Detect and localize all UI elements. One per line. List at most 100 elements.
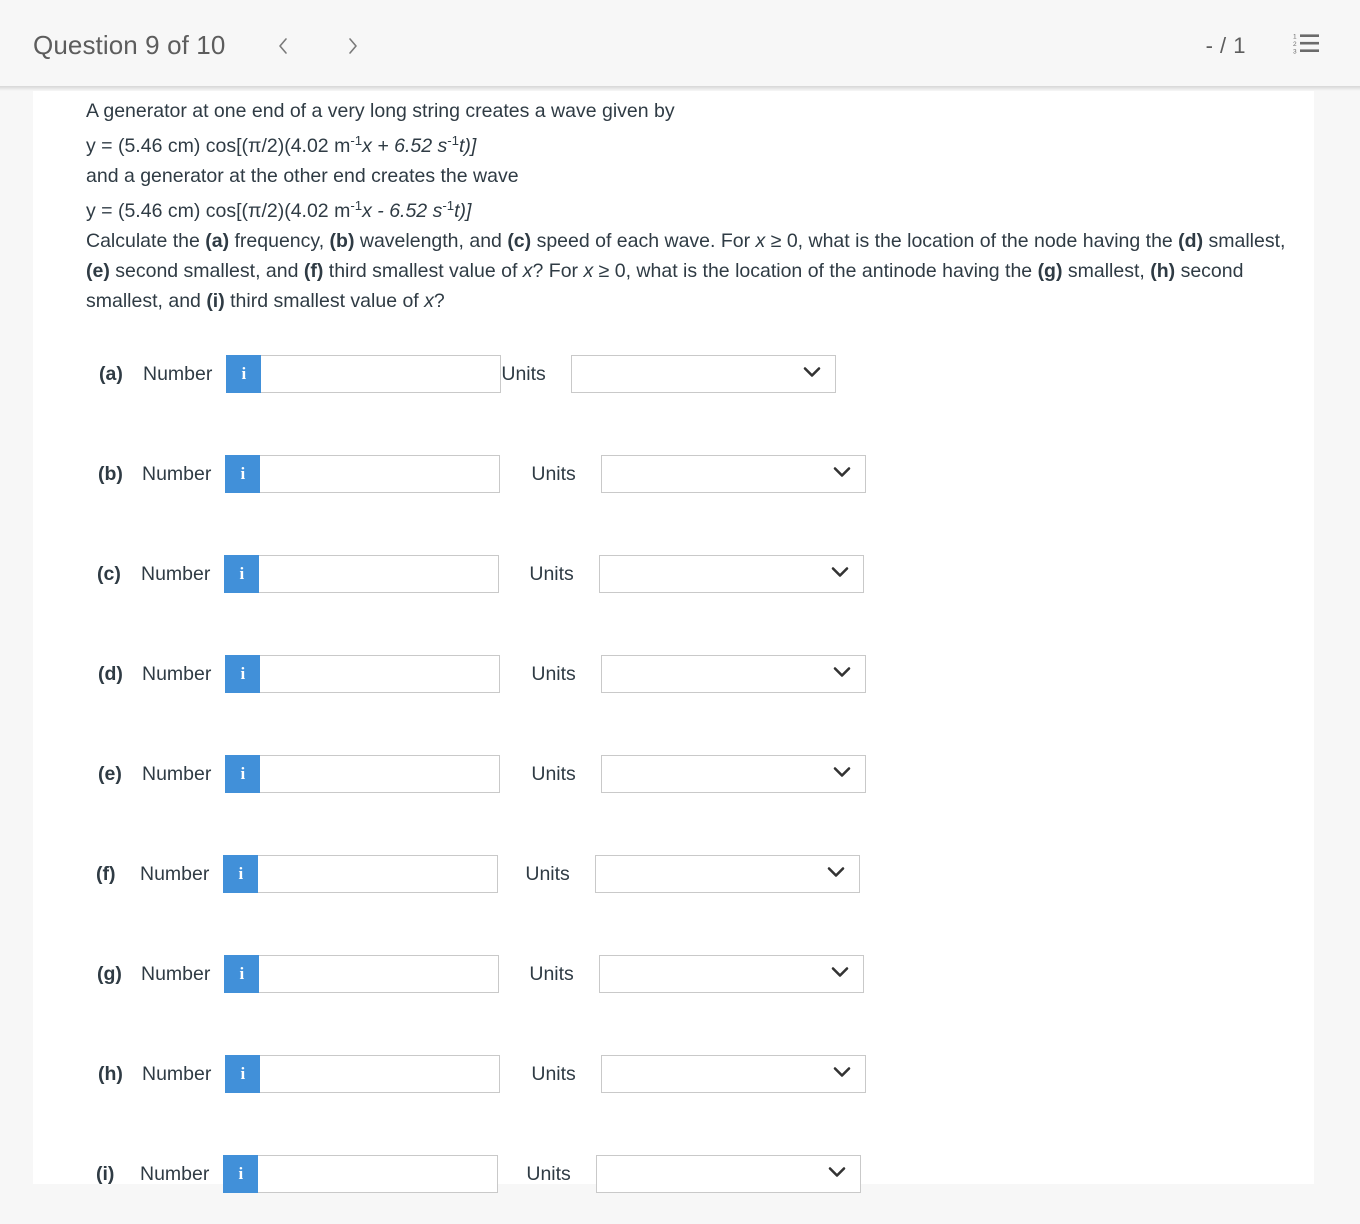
info-icon[interactable]: i (225, 1055, 261, 1093)
units-label: Units (529, 962, 574, 985)
numbered-list-icon: 1 2 3 (1293, 31, 1321, 60)
number-input-group: i (226, 355, 502, 393)
answer-row-label: (b) (98, 462, 123, 485)
page-title: Question 9 of 10 (33, 30, 226, 60)
eq2-tail: t)] (454, 199, 472, 222)
eq2-mid: x - 6.52 s (362, 199, 443, 222)
info-icon[interactable]: i (223, 1155, 259, 1193)
number-input[interactable] (258, 1155, 499, 1193)
info-icon[interactable]: i (225, 455, 261, 493)
number-label: Number (142, 762, 212, 785)
number-input-group: i (223, 1155, 499, 1193)
number-input[interactable] (260, 1055, 501, 1093)
prompt-part-e: (e) (86, 259, 110, 282)
prompt-text-4: speed of each wave. For (531, 229, 756, 252)
units-select[interactable] (598, 555, 864, 593)
units-label: Units (525, 862, 570, 885)
number-label: Number (142, 662, 212, 685)
prompt-text-7: second smallest, and (109, 259, 304, 282)
number-input[interactable] (261, 355, 502, 393)
svg-text:3: 3 (1293, 49, 1297, 56)
previous-question-button[interactable] (263, 26, 303, 66)
chevron-down-icon (828, 1165, 846, 1183)
chevron-down-icon (827, 865, 845, 883)
prompt-text-8: third smallest value of (323, 259, 523, 282)
eq2-lead: y = (5.46 cm) cos[(π/2)(4.02 m (86, 199, 351, 222)
units-label: Units (531, 662, 576, 685)
number-label: Number (140, 1162, 210, 1185)
number-input-group: i (225, 755, 501, 793)
units-select[interactable] (598, 955, 864, 993)
chevron-down-icon (831, 965, 849, 983)
eq1-tail: t)] (459, 134, 477, 157)
question-statement: A generator at one end of a very long st… (86, 96, 1296, 316)
prompt-text-9: ? For (532, 259, 584, 282)
prompt-part-a: (a) (205, 229, 230, 252)
prompt-part-g: (g) (1037, 259, 1063, 282)
number-input-group: i (225, 455, 501, 493)
prompt-part-f: (f) (303, 259, 324, 282)
info-icon[interactable]: i (224, 555, 260, 593)
number-input[interactable] (260, 755, 501, 793)
units-select[interactable] (570, 355, 836, 393)
info-icon[interactable]: i (224, 955, 260, 993)
question-navigation (263, 26, 373, 66)
answer-row-label: (e) (98, 762, 122, 785)
number-label: Number (140, 862, 210, 885)
units-label: Units (531, 462, 576, 485)
answer-rows: (a) Number i Units (b) Number i Units (c) Number i… (33, 324, 1314, 1224)
prompt-part-b: (b) (329, 229, 355, 252)
question-equation-1: y = (5.46 cm) cos[(π/2)(4.02 m-1x + 6.52… (86, 126, 1296, 161)
chevron-down-icon (803, 365, 821, 383)
prompt-text-2: frequency, (229, 229, 330, 252)
eq2-sup-1: -1 (350, 197, 363, 213)
answer-row: (b) Number i Units (33, 424, 1314, 524)
answer-row: (a) Number i Units (33, 324, 1314, 424)
eq2-sup-2: -1 (442, 197, 455, 213)
next-question-button[interactable] (333, 26, 373, 66)
units-select[interactable] (594, 855, 860, 893)
chevron-right-icon (345, 34, 361, 58)
answer-row: (g) Number i Units (33, 924, 1314, 1024)
chevron-left-icon (275, 34, 291, 58)
units-select[interactable] (600, 455, 866, 493)
header-right-group: - / 1 1 2 3 (1206, 33, 1322, 59)
units-select[interactable] (600, 1055, 866, 1093)
prompt-part-c: (c) (507, 229, 532, 252)
prompt-var-x-3: x (583, 259, 594, 282)
question-line-1: A generator at one end of a very long st… (86, 100, 675, 122)
answer-row-label: (a) (99, 362, 123, 385)
units-select[interactable] (595, 1155, 861, 1193)
number-input[interactable] (260, 655, 501, 693)
answer-row: (e) Number i Units (33, 724, 1314, 824)
prompt-text-3: wavelength, and (354, 229, 508, 252)
info-icon[interactable]: i (225, 755, 261, 793)
number-input[interactable] (259, 555, 500, 593)
question-equation-2: y = (5.46 cm) cos[(π/2)(4.02 m-1x - 6.52… (86, 191, 1296, 226)
question-content-layer: A generator at one end of a very long st… (33, 91, 1314, 1193)
prompt-text-6: smallest, (1203, 229, 1286, 252)
answer-row-label: (i) (96, 1162, 115, 1185)
number-input[interactable] (258, 855, 499, 893)
info-icon[interactable]: i (223, 855, 259, 893)
svg-text:1: 1 (1293, 34, 1297, 41)
answer-row: (i) Number i Units (33, 1124, 1314, 1224)
number-input-group: i (225, 655, 501, 693)
question-list-button[interactable]: 1 2 3 (1292, 33, 1322, 59)
number-input[interactable] (259, 955, 500, 993)
units-label: Units (501, 362, 546, 385)
info-icon[interactable]: i (226, 355, 262, 393)
number-label: Number (142, 1062, 212, 1085)
eq1-sup-2: -1 (447, 133, 460, 148)
svg-text:2: 2 (1293, 41, 1297, 48)
number-input[interactable] (260, 455, 501, 493)
units-select[interactable] (600, 655, 866, 693)
prompt-text-10: ≥ 0, what is the location of the antinod… (593, 259, 1038, 282)
number-label: Number (141, 962, 211, 985)
chevron-down-icon (833, 465, 851, 483)
answer-row-label: (h) (98, 1062, 123, 1085)
info-icon[interactable]: i (225, 655, 261, 693)
prompt-var-x-4: x (424, 289, 434, 312)
units-select[interactable] (600, 755, 866, 793)
prompt-text-14: ? (433, 289, 445, 312)
